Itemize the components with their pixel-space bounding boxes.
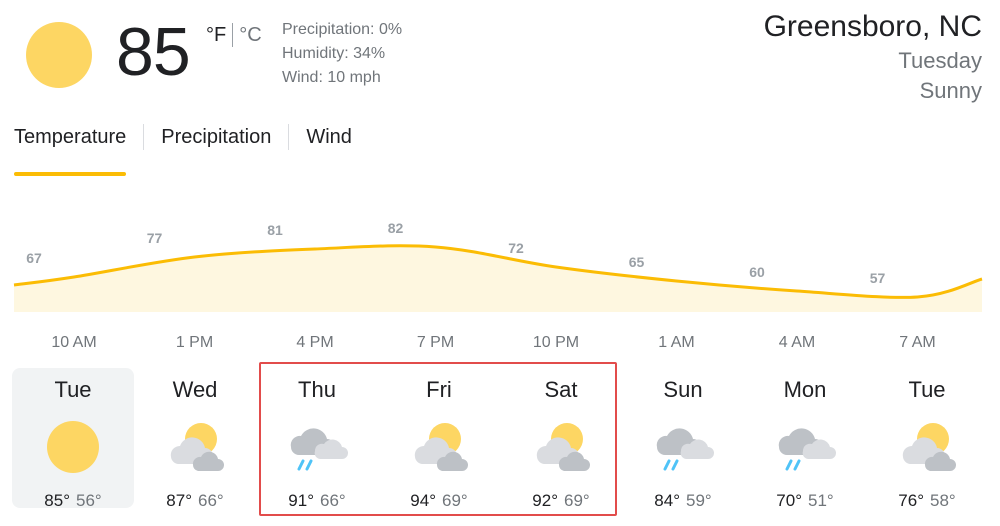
high-temp: 87° <box>166 491 192 510</box>
location-condition: Sunny <box>919 78 982 103</box>
day-name: Tue <box>908 377 946 402</box>
x-tick-label: 10 PM <box>533 334 579 351</box>
forecast-day[interactable]: Tue 76° 58° <box>866 368 988 510</box>
partly-cloudy-icon <box>902 423 956 471</box>
data-label: 81 <box>267 222 283 238</box>
weather-details: Precipitation: 0% Humidity: 34% Wind: 10… <box>282 18 402 90</box>
forecast-day[interactable]: Sun 84° 59° <box>622 368 744 510</box>
day-temps: 94° 69° <box>378 490 500 512</box>
day-name: Thu <box>298 377 336 402</box>
forecast-day[interactable]: Wed 87° 66° <box>134 368 256 510</box>
partly-cloudy-icon <box>536 423 590 471</box>
tab-divider <box>143 124 145 150</box>
x-tick-label: 4 AM <box>779 334 815 351</box>
humidity-text: Humidity: 34% <box>282 45 386 62</box>
forecast-day[interactable]: Thu 91° 66° <box>256 368 378 510</box>
data-label: 60 <box>749 264 765 280</box>
sun-icon <box>26 22 92 88</box>
high-temp: 76° <box>898 491 924 510</box>
fahrenheit-toggle[interactable]: °F <box>206 22 226 48</box>
low-temp: 69° <box>564 491 590 510</box>
low-temp: 66° <box>320 491 346 510</box>
temperature-chart-svg: 67 77 81 82 72 65 60 57 10 AM 1 PM 4 PM 7 PM 10 PM 1 … <box>13 220 983 351</box>
x-tick-label: 10 AM <box>51 334 96 351</box>
x-tick-label: 7 AM <box>899 334 935 351</box>
tab-temperature[interactable]: Temperature <box>14 122 127 176</box>
low-temp: 51° <box>808 491 834 510</box>
day-name: Fri <box>426 377 452 402</box>
unit-divider <box>232 23 234 47</box>
high-temp: 92° <box>532 491 558 510</box>
day-name: Tue <box>54 377 92 402</box>
high-temp: 94° <box>410 491 436 510</box>
location-city: Greensboro, NC <box>763 10 982 43</box>
forecast-day[interactable]: Mon 70° 51° <box>744 368 866 510</box>
data-label: 65 <box>629 254 645 270</box>
day-temps: 85° 56° <box>12 490 134 512</box>
x-tick-label: 4 PM <box>296 334 333 351</box>
current-temperature: 85 <box>116 14 191 90</box>
day-temps: 87° 66° <box>134 490 256 512</box>
data-label: 72 <box>508 240 524 256</box>
data-label: 77 <box>147 230 163 246</box>
forecast-day[interactable]: Fri 94° 69° <box>378 368 500 510</box>
precipitation-text: Precipitation: 0% <box>282 21 403 38</box>
day-temps: 84° 59° <box>622 490 744 512</box>
forecast-day[interactable]: Tue 85° 56° <box>12 368 134 510</box>
data-label: 67 <box>26 250 42 266</box>
celsius-toggle[interactable]: °C <box>239 22 261 48</box>
tab-precipitation[interactable]: Precipitation <box>161 122 271 164</box>
day-temps: 76° 58° <box>866 490 988 512</box>
rain-icon <box>656 428 714 471</box>
x-tick-label: 7 PM <box>417 334 454 351</box>
rain-icon <box>778 428 836 471</box>
forecast-day[interactable]: Sat 92° 69° <box>500 368 622 510</box>
location-block: Greensboro, NC Tuesday Sunny <box>764 8 982 106</box>
day-name: Wed <box>172 377 218 402</box>
x-tick-label: 1 PM <box>176 334 213 351</box>
location-day: Tuesday <box>898 48 982 73</box>
rain-icon <box>290 428 348 471</box>
day-name: Sun <box>663 377 703 402</box>
day-name: Sat <box>544 377 578 402</box>
tab-divider <box>288 124 290 150</box>
tab-wind[interactable]: Wind <box>306 122 352 164</box>
wind-text: Wind: 10 mph <box>282 69 381 86</box>
high-temp: 91° <box>288 491 314 510</box>
data-label: 57 <box>870 270 886 286</box>
partly-cloudy-icon <box>170 423 224 471</box>
sun-icon <box>47 421 99 473</box>
data-label: 82 <box>388 220 404 236</box>
low-temp: 59° <box>686 491 712 510</box>
temperature-chart: 67 77 81 82 72 65 60 57 10 AM 1 PM 4 PM 7 PM 10 PM 1 … <box>0 200 1000 360</box>
partly-cloudy-icon <box>414 423 468 471</box>
low-temp: 66° <box>198 491 224 510</box>
day-temps: 92° 69° <box>500 490 622 512</box>
daily-forecast: Tue 85° 56° Wed 87° 66° Thu 91° 66° Fri 94° 69° Sat 9… <box>12 368 988 510</box>
x-tick-label: 1 AM <box>658 334 694 351</box>
day-temps: 70° 51° <box>744 490 866 512</box>
day-temps: 91° 66° <box>256 490 378 512</box>
low-temp: 69° <box>442 491 468 510</box>
low-temp: 58° <box>930 491 956 510</box>
low-temp: 56° <box>76 491 102 510</box>
high-temp: 84° <box>654 491 680 510</box>
high-temp: 70° <box>776 491 802 510</box>
high-temp: 85° <box>44 491 70 510</box>
chart-tabs: Temperature Precipitation Wind <box>14 122 352 176</box>
day-name: Mon <box>783 377 827 402</box>
unit-toggle: °F °C <box>206 22 262 48</box>
